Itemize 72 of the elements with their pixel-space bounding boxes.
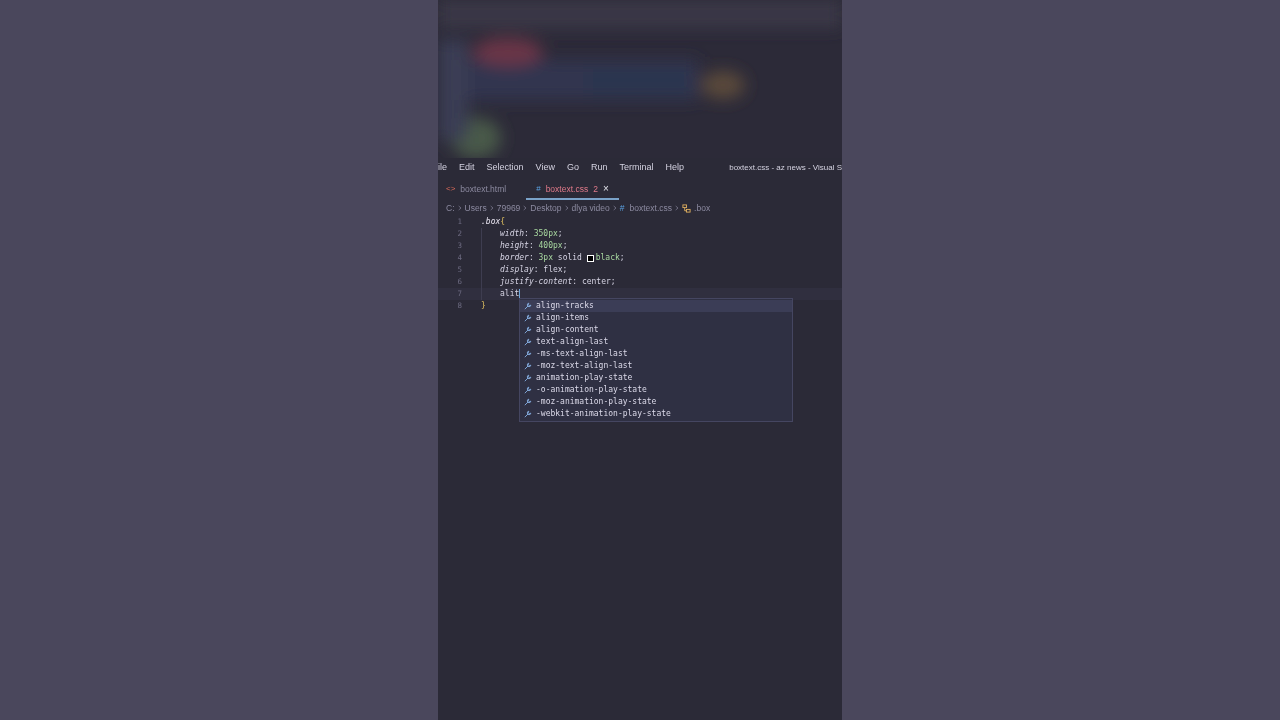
- menu-item[interactable]: Terminal: [619, 161, 654, 175]
- menu-item[interactable]: Go: [566, 161, 579, 175]
- menu-item[interactable]: ile: [438, 161, 447, 175]
- tab-label: boxtext.html: [460, 182, 507, 196]
- wrench-icon: [524, 362, 532, 370]
- breadcrumb-item[interactable]: boxtext.css: [629, 201, 673, 215]
- code-token: : center;: [572, 276, 616, 288]
- code-token: : flex;: [533, 264, 568, 276]
- code-token: height: [500, 240, 529, 252]
- suggestion-item[interactable]: -ms-text-align-last: [520, 348, 792, 360]
- code-token: .box: [481, 216, 501, 228]
- suggestion-item[interactable]: text-align-last: [520, 336, 792, 348]
- code-token: ;: [557, 228, 563, 240]
- wrench-icon: [524, 338, 532, 346]
- wrench-icon: [524, 326, 532, 334]
- wrench-icon: [524, 410, 532, 418]
- suggestion-item[interactable]: align-tracks: [520, 300, 792, 312]
- window-title: boxtext.css - az news - Visual S: [729, 162, 842, 174]
- suggestion-item[interactable]: -o-animation-play-state: [520, 384, 792, 396]
- code-token: :: [528, 240, 535, 252]
- chevron-icon: [612, 205, 617, 211]
- code-token: :: [524, 228, 530, 240]
- chevron-icon: [523, 205, 528, 211]
- file-type-icon: #: [536, 183, 541, 195]
- suggestion-item[interactable]: -moz-animation-play-state: [520, 396, 792, 408]
- code-token: :: [528, 252, 535, 264]
- chevron-icon: [675, 205, 680, 211]
- breadcrumb-item[interactable]: .box: [694, 201, 711, 215]
- file-type-icon: #: [619, 201, 627, 215]
- code-token: ;: [562, 240, 568, 252]
- code-token: }: [481, 300, 486, 312]
- breadcrumb-item[interactable]: dlya video: [571, 201, 610, 215]
- tab-label: boxtext.css: [545, 182, 589, 196]
- suggestion-item[interactable]: -moz-text-align-last: [520, 360, 792, 372]
- breadcrumb-item[interactable]: 79969: [496, 201, 521, 215]
- code-token: solid: [556, 252, 583, 264]
- suggestion-item[interactable]: align-content: [520, 324, 792, 336]
- symbol-icon: [682, 203, 692, 213]
- code-token: display: [500, 264, 534, 276]
- suggestion-item[interactable]: -webkit-animation-play-state: [520, 408, 792, 420]
- wrench-icon: [524, 314, 532, 322]
- chevron-icon: [457, 205, 462, 211]
- menu-item[interactable]: Selection: [486, 161, 524, 175]
- code-token: black: [595, 252, 620, 264]
- breadcrumb-item[interactable]: Users: [464, 201, 487, 215]
- file-type-icon: <>: [446, 183, 456, 195]
- wrench-icon: [524, 386, 532, 394]
- code-token: {: [500, 216, 506, 228]
- suggestion-item[interactable]: align-items: [520, 312, 792, 324]
- breadcrumb-item[interactable]: C:: [446, 201, 455, 215]
- breadcrumb-item[interactable]: Desktop: [530, 201, 562, 215]
- close-icon[interactable]: ×: [602, 184, 609, 194]
- wrench-icon: [524, 350, 532, 358]
- wrench-icon: [524, 302, 532, 310]
- menu-item[interactable]: View: [535, 161, 555, 175]
- chevron-icon: [489, 205, 494, 211]
- problem-count: 2: [593, 182, 598, 196]
- menu-item[interactable]: Run: [590, 161, 608, 175]
- code-token: alit: [500, 288, 520, 300]
- suggestion-item[interactable]: animation-play-state: [520, 372, 792, 384]
- code-token: 350px: [533, 228, 558, 240]
- code-token: ;: [619, 252, 625, 264]
- code-token: border: [500, 252, 529, 264]
- color-swatch[interactable]: [586, 254, 594, 262]
- menu-item[interactable]: Help: [665, 161, 684, 175]
- chevron-icon: [564, 205, 569, 211]
- code-token: 400px: [538, 240, 563, 252]
- wrench-icon: [524, 398, 532, 406]
- wrench-icon: [524, 374, 532, 382]
- menu-item[interactable]: Edit: [459, 161, 475, 175]
- editor-tab[interactable]: <> boxtext.html: [442, 180, 527, 200]
- code-token: 3px: [538, 252, 553, 264]
